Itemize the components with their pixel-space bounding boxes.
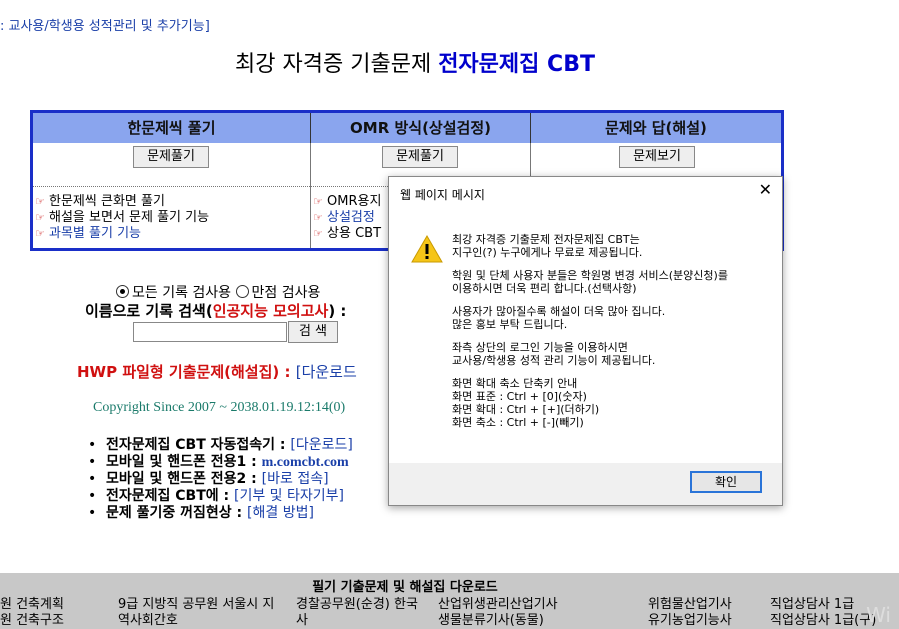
permanent-exam-link[interactable]: 상설검정 [327,210,375,225]
omr-solve-button[interactable]: 문제풀기 [382,146,458,168]
radio-all-records[interactable]: 모든 기록 검사용 [116,285,231,301]
download-section: 필기 기출문제 및 해설집 다운로드 원 건축계획 원 건축구조 9급 지방직 공… [0,573,899,629]
search-label: 이름으로 기록 검색(인공지능 모의고사) : [85,302,347,320]
divider [33,186,310,187]
download-link[interactable]: 경찰공무원(순경) 한국 사 [296,597,418,629]
web-page-message-dialog: 웹 페이지 메시지 ✕ 최강 자격증 기출문제 전자문제집 CBT는 지구인(?)… [388,176,783,506]
ai-mock-exam-text: 인공지능 모의고사 [212,302,329,320]
single-solve-button[interactable]: 문제풀기 [133,146,209,168]
list-item: 모바일 및 핸드폰 전용2 : [바로 접속] [88,471,353,488]
download-link[interactable]: 위험물산업기사 유기농업기능사 [648,597,732,629]
fix-method-link[interactable]: [해결 방법] [247,505,314,521]
windows-watermark: Wi [866,603,891,627]
hwp-download-link[interactable]: [다운로드 [296,363,357,381]
download-section-title: 필기 기출문제 및 해설집 다운로드 [312,580,498,595]
mobile-site-link[interactable]: m.comcbt.com [262,455,349,470]
message-paragraph: 최강 자격증 기출문제 전자문제집 CBT는 지구인(?) 누구에게나 무료로 제… [452,233,643,259]
list-item: ☞ 해설을 보면서 문제 풀기 기능 [35,210,210,225]
radio-unchecked-icon[interactable] [235,285,249,298]
single-features: ☞ 한문제씩 큰화면 풀기 ☞ 해설을 보면서 문제 풀기 기능 ☞ 과목별 풀… [35,194,209,242]
message-paragraph: 학원 및 단체 사용자 분들은 학원명 변경 서비스(분양신청)를 이용하시면 더… [452,269,728,295]
name-search-input[interactable] [133,322,287,342]
ok-button[interactable]: 확인 [690,471,762,493]
list-item[interactable]: ☞ 과목별 풀기 기능 [35,226,209,242]
dialog-message: 최강 자격증 기출문제 전자문제집 CBT는 지구인(?) 누구에게나 무료로 제… [452,233,772,439]
download-link[interactable]: 산업위생관리산업기사 생물분류기사(동물) [438,597,558,629]
list-item: 전자문제집 CBT 자동접속기 : [다운로드] [88,437,353,454]
copyright-text: Copyright Since 2007 ~ 2038.01.19.12:14(… [93,400,346,415]
message-paragraph: 좌측 상단의 로그인 기능을 이용하시면 교사용/학생용 성적 관리 기능이 제공… [452,341,656,367]
info-list: 전자문제집 CBT 자동접속기 : [다운로드] 모바일 및 핸드폰 전용1 :… [88,437,353,522]
title-highlight: 전자문제집 CBT [438,52,595,77]
top-link[interactable]: : 교사용/학생용 성적관리 및 추가기능] [0,15,210,34]
hwp-download: HWP 파일형 기출문제(해설집) : [다운로드 [77,363,357,381]
pointer-icon: ☞ [35,195,45,208]
page-title: 최강 자격증 기출문제 전자문제집 CBT [0,46,830,78]
view-questions-button[interactable]: 문제보기 [619,146,695,168]
omr-features: ☞ OMR용지 ☞ 상설검정 ☞ 상용 CBT [313,194,381,242]
list-item: 모바일 및 핸드폰 전용1 : m.comcbt.com [88,454,353,471]
auto-connector-download-link[interactable]: [다운로드] [290,437,352,453]
pointer-icon: ☞ [35,211,45,224]
pointer-icon: ☞ [35,227,45,240]
download-link[interactable]: 9급 지방직 공무원 서울시 지 역사회간호 [118,597,274,629]
list-item: 전자문제집 CBT에 : [기부 및 타자기부] [88,488,353,505]
col-single: 문제풀기 ☞ 한문제씩 큰화면 풀기 ☞ 해설을 보면서 문제 풀기 기능 ☞ … [33,143,311,248]
radio-full-score[interactable]: 만점 검사용 [235,285,320,301]
title-main: 최강 자격증 기출문제 [235,52,432,77]
search-mode-radios: 모든 기록 검사용 만점 검사용 [116,282,320,302]
col-header-omr: OMR 방식(상설검정) [311,113,531,143]
warning-icon [411,234,443,263]
donation-link[interactable]: [기부 및 타자기부] [234,488,344,504]
list-item: ☞ 한문제씩 큰화면 풀기 [35,194,165,209]
list-item[interactable]: ☞ 상설검정 [313,210,381,226]
subject-solve-link[interactable]: 과목별 풀기 기능 [49,226,141,241]
message-paragraph: 사용자가 많아질수록 해설이 더욱 많아 집니다. 많은 홍보 부탁 드립니다. [452,305,666,331]
search-button[interactable]: 검 색 [288,321,338,343]
dialog-title: 웹 페이지 메시지 [400,188,485,202]
close-icon[interactable]: ✕ [759,182,772,198]
download-link[interactable]: 원 건축계획 원 건축구조 [0,597,64,629]
message-paragraph: 화면 확대 축소 단축키 안내 화면 표준 : Ctrl + [0](숫자) 화면 … [452,377,600,429]
radio-checked-icon[interactable] [116,285,129,298]
list-item: ☞ 상용 CBT [313,226,382,241]
pointer-icon: ☞ [313,195,323,208]
col-header-single: 한문제씩 풀기 [33,113,311,143]
mobile-direct-link[interactable]: [바로 접속] [262,471,329,487]
list-item: 문제 풀기중 꺼짐현상 : [해결 방법] [88,505,353,522]
col-header-answers: 문제와 답(해설) [531,113,781,143]
pointer-icon: ☞ [313,227,323,240]
download-link[interactable]: 직업상담사 1급 직업상담사 1급(구) [770,597,876,629]
list-item: ☞ OMR용지 [313,194,382,209]
pointer-icon: ☞ [313,211,323,224]
